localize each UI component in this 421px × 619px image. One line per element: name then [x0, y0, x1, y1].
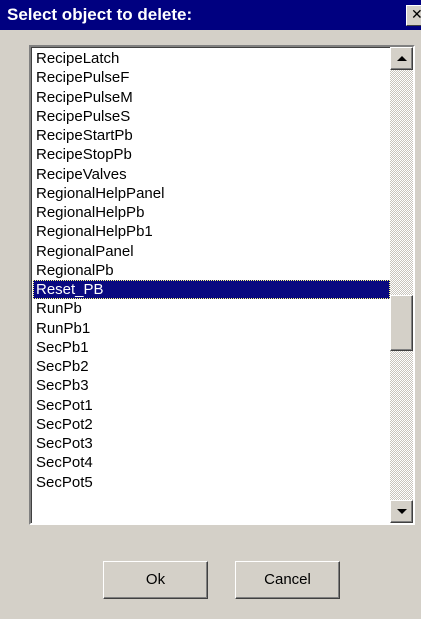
dialog-title: Select object to delete: [7, 5, 193, 24]
list-item[interactable]: SecPb3 [33, 376, 390, 395]
arrow-down-icon [397, 509, 407, 514]
list-item[interactable]: Reset_PB [33, 280, 390, 300]
close-icon: ✕ [411, 7, 421, 23]
list-item[interactable]: RecipeStartPb [33, 126, 390, 145]
list-item[interactable]: RecipeValves [33, 165, 390, 184]
list-item[interactable]: RecipePulseS [33, 107, 390, 126]
list-item[interactable]: RegionalPanel [33, 242, 390, 261]
dialog-window: Select object to delete: ✕ RecipeLatch Re… [0, 0, 421, 619]
arrow-up-icon [397, 56, 407, 61]
list-item[interactable]: SecPot4 [33, 453, 390, 472]
list-item[interactable]: RegionalHelpPb1 [33, 222, 390, 241]
cancel-button[interactable]: Cancel [235, 561, 340, 599]
list-item[interactable]: SecPb1 [33, 338, 390, 357]
list-item[interactable]: RegionalHelpPb [33, 203, 390, 222]
list-item[interactable]: RecipeLatch [33, 49, 390, 68]
vertical-scrollbar[interactable] [390, 47, 413, 523]
list-item[interactable]: SecPot3 [33, 434, 390, 453]
close-button[interactable]: ✕ [406, 5, 421, 26]
list-item[interactable]: RunPb1 [33, 319, 390, 338]
scroll-thumb[interactable] [390, 295, 413, 351]
list-item[interactable]: RunPb [33, 299, 390, 318]
list-item[interactable]: SecPot2 [33, 415, 390, 434]
list-item[interactable]: RecipePulseF [33, 68, 390, 87]
list-item[interactable]: SecPot1 [33, 396, 390, 415]
list-item[interactable]: RegionalHelpPanel [33, 184, 390, 203]
list-item[interactable]: RegionalPb [33, 261, 390, 280]
list-item[interactable]: RecipeStopPb [33, 145, 390, 164]
scroll-up-button[interactable] [390, 47, 413, 70]
list-item[interactable]: RecipePulseM [33, 88, 390, 107]
scroll-down-button[interactable] [390, 500, 413, 523]
ok-button[interactable]: Ok [103, 561, 208, 599]
title-bar[interactable]: Select object to delete: [0, 0, 421, 30]
object-listbox[interactable]: RecipeLatch RecipePulseF RecipePulseM Recip… [29, 45, 415, 525]
list-item[interactable]: SecPot5 [33, 473, 390, 492]
list-item[interactable]: SecPb2 [33, 357, 390, 376]
object-list[interactable]: RecipeLatch RecipePulseF RecipePulseM Recip… [33, 49, 390, 523]
